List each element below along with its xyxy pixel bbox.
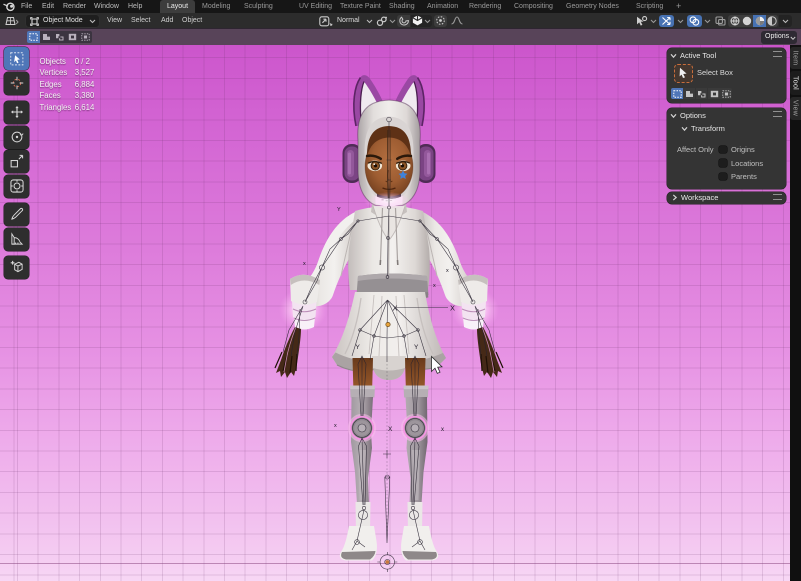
svg-text:Y: Y bbox=[356, 344, 361, 351]
svg-text:x: x bbox=[334, 423, 337, 429]
svg-text:Y: Y bbox=[337, 207, 341, 213]
svg-text:x: x bbox=[446, 268, 449, 274]
svg-text:x: x bbox=[303, 261, 306, 267]
svg-text:X: X bbox=[450, 304, 455, 313]
svg-text:Y: Y bbox=[414, 344, 419, 351]
svg-text:X: X bbox=[388, 426, 393, 433]
svg-text:x: x bbox=[433, 283, 436, 289]
svg-text:X: X bbox=[393, 304, 398, 313]
svg-text:x: x bbox=[441, 427, 444, 433]
